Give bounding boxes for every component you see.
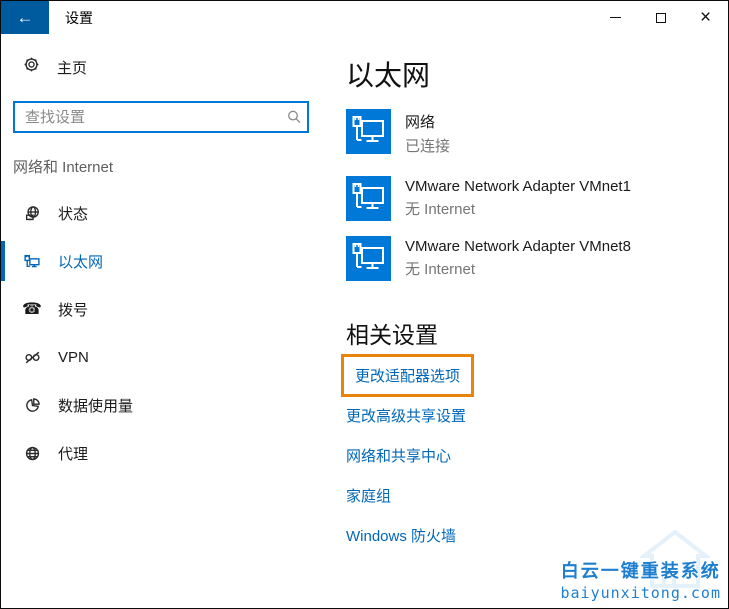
sidebar-item-label: 以太网 bbox=[58, 253, 104, 271]
settings-window: ← 设置 × 主页 查找设置 网络和 Internet 状态 以太网 ☎ 拨号 … bbox=[0, 0, 729, 609]
vpn-icon bbox=[23, 349, 41, 366]
window-title: 设置 bbox=[65, 9, 93, 26]
related-settings-title: 相关设置 bbox=[346, 322, 438, 348]
dialup-phone-icon: ☎ bbox=[22, 301, 42, 318]
sidebar-home-label: 主页 bbox=[57, 59, 88, 77]
close-icon: × bbox=[699, 7, 712, 28]
status-globe-icon bbox=[23, 205, 41, 222]
gear-icon bbox=[23, 56, 40, 78]
main-content: 以太网 网络 已连接 VMware Network Adapter VMnet1… bbox=[333, 34, 728, 608]
back-arrow-icon: ← bbox=[16, 7, 34, 27]
search-box bbox=[13, 101, 309, 133]
ethernet-tile-icon bbox=[346, 236, 391, 281]
link-network-sharing-center[interactable]: 网络和共享中心 bbox=[346, 445, 451, 466]
sidebar-item-ethernet[interactable]: 以太网 bbox=[1, 237, 333, 285]
proxy-globe-icon bbox=[23, 445, 41, 462]
sidebar-section-label: 网络和 Internet bbox=[13, 159, 114, 176]
sidebar-item-home[interactable]: 主页 bbox=[23, 56, 87, 78]
maximize-icon bbox=[655, 12, 666, 23]
close-button[interactable]: × bbox=[683, 1, 728, 34]
connection-status: 无 Internet bbox=[405, 201, 476, 218]
sidebar-item-proxy[interactable]: 代理 bbox=[1, 429, 333, 477]
connection-name: VMware Network Adapter VMnet8 bbox=[405, 238, 631, 255]
search-input[interactable] bbox=[15, 103, 281, 131]
sidebar-item-data-usage[interactable]: 数据使用量 bbox=[1, 381, 333, 429]
sidebar: 主页 网络和 Internet bbox=[1, 34, 333, 608]
minimize-button[interactable] bbox=[593, 1, 638, 34]
sidebar-item-dialup[interactable]: ☎ 拨号 bbox=[1, 285, 333, 333]
link-change-advanced-sharing[interactable]: 更改高级共享设置 bbox=[346, 405, 466, 426]
connection-network[interactable]: 网络 已连接 bbox=[346, 109, 450, 156]
ethernet-icon bbox=[23, 253, 41, 270]
connection-vmnet1[interactable]: VMware Network Adapter VMnet1 无 Internet bbox=[346, 176, 631, 221]
back-button[interactable]: ← bbox=[1, 1, 49, 34]
link-windows-firewall[interactable]: Windows 防火墙 bbox=[346, 525, 456, 546]
window-controls: × bbox=[593, 1, 728, 34]
sidebar-item-label: 状态 bbox=[58, 205, 89, 223]
maximize-button[interactable] bbox=[638, 1, 683, 34]
data-usage-pie-icon bbox=[23, 397, 41, 414]
connection-vmnet8[interactable]: VMware Network Adapter VMnet8 无 Internet bbox=[346, 236, 631, 281]
house-watermark-icon bbox=[640, 530, 710, 588]
connection-status: 已连接 bbox=[405, 138, 451, 155]
connection-status: 无 Internet bbox=[405, 261, 476, 278]
sidebar-item-vpn[interactable]: VPN bbox=[1, 333, 333, 381]
titlebar: ← 设置 × bbox=[1, 1, 728, 34]
ethernet-tile-icon bbox=[346, 176, 391, 221]
connection-name: VMware Network Adapter VMnet1 bbox=[405, 178, 631, 195]
link-change-adapter-options[interactable]: 更改适配器选项 bbox=[341, 354, 475, 397]
link-homegroup[interactable]: 家庭组 bbox=[346, 485, 391, 506]
sidebar-nav: 状态 以太网 ☎ 拨号 VPN 数据使用量 代理 bbox=[1, 189, 333, 477]
sidebar-item-status[interactable]: 状态 bbox=[1, 189, 333, 237]
minimize-icon bbox=[610, 17, 621, 18]
ethernet-tile-icon bbox=[346, 109, 391, 154]
connection-name: 网络 bbox=[405, 114, 436, 131]
sidebar-item-label: VPN bbox=[58, 348, 89, 366]
page-title: 以太网 bbox=[346, 60, 431, 91]
sidebar-item-label: 拨号 bbox=[58, 301, 89, 319]
sidebar-item-label: 数据使用量 bbox=[58, 397, 134, 415]
sidebar-item-label: 代理 bbox=[58, 445, 89, 463]
search-icon[interactable] bbox=[281, 109, 307, 125]
